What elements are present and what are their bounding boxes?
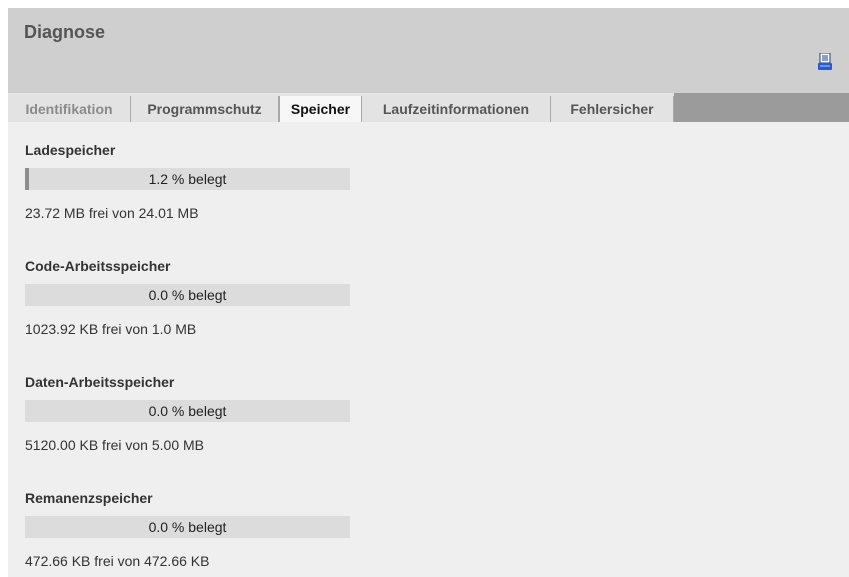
tab-bar-filler xyxy=(674,93,849,122)
usage-text: 0.0 % belegt xyxy=(148,403,227,419)
usage-text: 0.0 % belegt xyxy=(148,519,227,535)
tab-identifikation[interactable]: Identifikation xyxy=(8,96,131,122)
usage-bar: 0.0 % belegt xyxy=(25,516,350,538)
memory-label: Remanenzspeicher xyxy=(25,490,153,506)
memory-label: Code-Arbeitsspeicher xyxy=(25,258,171,274)
free-space-text: 472.66 KB frei von 472.66 KB xyxy=(25,553,210,569)
usage-bar: 1.2 % belegt xyxy=(25,168,350,190)
tab-bar: Identifikation Programmschutz Speicher L… xyxy=(8,93,849,122)
usage-text: 0.0 % belegt xyxy=(148,287,227,303)
print-icon[interactable] xyxy=(818,53,832,71)
tab-laufzeitinformationen[interactable]: Laufzeitinformationen xyxy=(362,96,551,122)
tab-fehlersicher[interactable]: Fehlersicher xyxy=(551,96,674,122)
header-bar: Diagnose xyxy=(8,8,849,93)
usage-bar: 0.0 % belegt xyxy=(25,400,350,422)
free-space-text: 23.72 MB frei von 24.01 MB xyxy=(25,205,199,221)
free-space-text: 5120.00 KB frei von 5.00 MB xyxy=(25,437,204,453)
free-space-text: 1023.92 KB frei von 1.0 MB xyxy=(25,321,197,337)
usage-text: 1.2 % belegt xyxy=(148,171,227,187)
memory-label: Ladespeicher xyxy=(25,142,116,158)
tab-programmschutz[interactable]: Programmschutz xyxy=(131,96,279,122)
tab-speicher[interactable]: Speicher xyxy=(279,96,362,122)
usage-bar: 0.0 % belegt xyxy=(25,284,350,306)
memory-label: Daten-Arbeitsspeicher xyxy=(25,374,175,390)
diagnose-panel: Diagnose Identifikation Programmschutz S… xyxy=(8,8,849,577)
page-title: Diagnose xyxy=(24,22,106,42)
